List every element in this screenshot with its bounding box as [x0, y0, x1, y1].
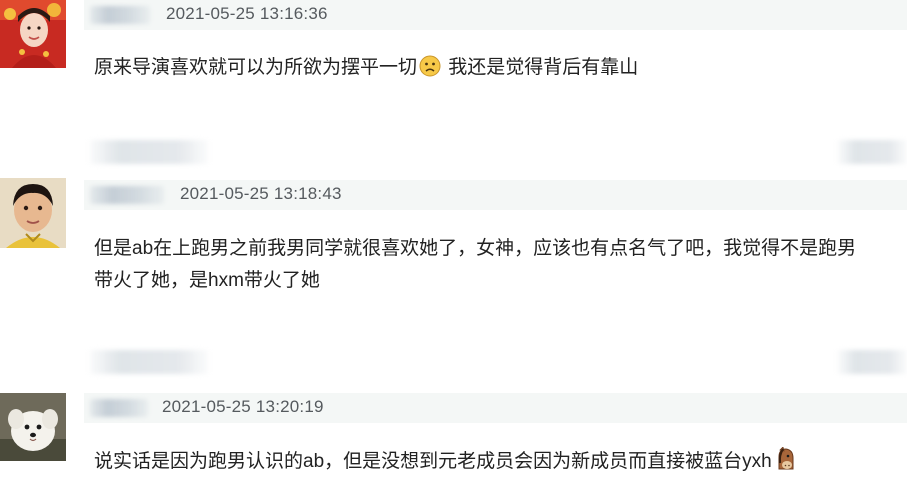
- redacted-region: [838, 140, 907, 164]
- avatar[interactable]: [0, 0, 66, 68]
- comment-text-part: 原来导演喜欢就可以为所欲为摆平一切: [94, 57, 418, 78]
- avatar-white-dog-icon: [0, 393, 66, 461]
- comment-timestamp: 2021-05-25 13:16:36: [166, 4, 328, 23]
- comment-list: 2021-05-25 13:16:36 原来导演喜欢就可以为所欲为摆平一切 我还…: [0, 0, 907, 479]
- username-redacted[interactable]: [90, 399, 148, 417]
- avatar[interactable]: [0, 393, 66, 461]
- comment-timestamp: 2021-05-25 13:20:19: [162, 397, 324, 416]
- username-redacted[interactable]: [90, 186, 164, 204]
- avatar-girl-red-costume-icon: [0, 0, 66, 68]
- comment-text: 但是ab在上跑男之前我男同学就很喜欢她了，女神，应该也有点名气了吧，我觉得不是跑…: [94, 233, 903, 297]
- comment-meta-bar: 2021-05-25 13:16:36: [84, 0, 907, 30]
- comment-meta-bar: 2021-05-25 13:20:19: [84, 393, 907, 423]
- comment-text-part: 说实话是因为跑男认识的ab，但是没想到元老成员会因为新成员而直接被蓝台yxh: [94, 451, 772, 472]
- comment-text: 说实话是因为跑男认识的ab，但是没想到元老成员会因为新成员而直接被蓝台yxh: [94, 446, 903, 479]
- comment-text-line: 带火了她，是hxm带火了她: [94, 270, 320, 291]
- redacted-region: [90, 350, 208, 374]
- avatar-boy-yellow-shirt-icon: [0, 178, 66, 248]
- redacted-region: [838, 350, 907, 374]
- sad-face-emoji-icon: [419, 55, 441, 88]
- redacted-region: [90, 140, 208, 164]
- username-redacted[interactable]: [90, 6, 150, 24]
- comment-text-line: 但是ab在上跑男之前我男同学就很喜欢她了，女神，应该也有点名气了吧，我觉得不是跑…: [94, 238, 857, 259]
- horse-face-emoji-icon: [774, 446, 796, 479]
- comment-text-part: 我还是觉得背后有靠山: [443, 57, 639, 78]
- comment-timestamp: 2021-05-25 13:18:43: [180, 184, 342, 203]
- comment-text: 原来导演喜欢就可以为所欲为摆平一切 我还是觉得背后有靠山: [94, 52, 903, 88]
- comment-meta-bar: 2021-05-25 13:18:43: [84, 180, 907, 210]
- avatar[interactable]: [0, 178, 66, 248]
